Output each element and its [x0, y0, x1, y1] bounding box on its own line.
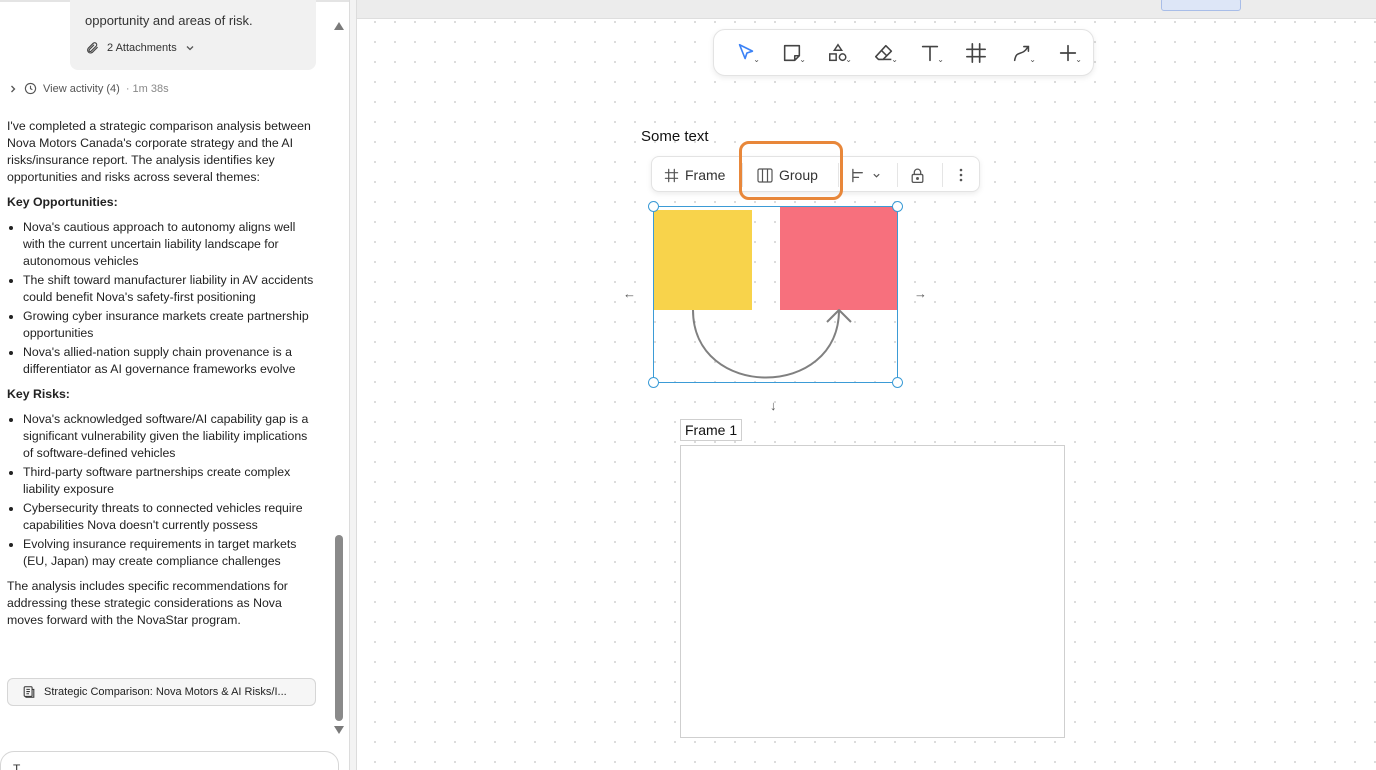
view-toggle-chip[interactable] [1161, 0, 1241, 11]
toolbar-divider [742, 163, 743, 187]
activity-time: · 1m 38s [125, 82, 169, 95]
chat-scrollbar[interactable] [334, 20, 344, 740]
attachments-toggle[interactable]: 2 Attachments [85, 41, 195, 55]
list-item: The shift toward manufacturer liability … [23, 272, 317, 306]
list-item: Evolving insurance requirements in targe… [23, 536, 317, 570]
align-left-icon [852, 168, 863, 182]
arrow-left-icon[interactable]: ← [623, 286, 636, 301]
lock-button[interactable] [909, 157, 926, 193]
frame-tool[interactable] [956, 35, 996, 71]
chat-panel: opportunity and areas of risk. 2 Attachm… [0, 0, 349, 770]
chevron-down-icon: ⌄ [1075, 54, 1082, 64]
opportunities-heading: Key Opportunities: [7, 195, 118, 209]
chevron-down-icon: ⌄ [937, 54, 944, 64]
align-dropdown[interactable] [851, 157, 881, 193]
frame-button[interactable]: Frame [664, 157, 725, 193]
chevron-down-icon [186, 46, 194, 51]
response-conclusion: The analysis includes specific recommend… [7, 579, 288, 627]
toolbar-divider [897, 163, 898, 187]
frame-icon [966, 42, 986, 63]
selection-bounding-box [653, 206, 898, 383]
list-item: Cybersecurity threats to connected vehic… [23, 500, 317, 534]
arrow-right-icon[interactable]: → [914, 286, 927, 301]
attachments-label: 2 Attachments [107, 42, 177, 54]
group-icon [757, 167, 773, 183]
scroll-down-arrow[interactable] [334, 726, 344, 734]
assistant-response: I've completed a strategic comparison an… [7, 118, 317, 637]
toolbar-divider [942, 163, 943, 187]
chevron-down-icon: ⌄ [891, 54, 898, 64]
connector-tool[interactable]: ⌄ [1002, 35, 1042, 71]
lock-icon [911, 168, 924, 183]
chevron-down-icon: ⌄ [845, 54, 852, 64]
group-button[interactable]: Group [757, 157, 818, 193]
list-item: Nova's acknowledged software/AI capabili… [23, 411, 317, 462]
canvas-top-bar [357, 0, 1376, 19]
more-vertical-icon [959, 168, 963, 182]
list-item: Growing cyber insurance markets create p… [23, 308, 317, 342]
artifact-label: Strategic Comparison: Nova Motors & AI R… [44, 686, 287, 698]
attachment-text: opportunity and areas of risk. [85, 13, 253, 28]
select-tool[interactable]: ⌄ [726, 35, 766, 71]
chevron-down-icon: ⌄ [799, 54, 806, 64]
list-item: Nova's allied-nation supply chain proven… [23, 344, 317, 378]
resize-handle-bottom-right[interactable] [892, 377, 903, 388]
panel-divider[interactable] [349, 0, 357, 770]
resize-handle-top-right[interactable] [892, 201, 903, 212]
add-tool[interactable]: ⌄ [1048, 35, 1088, 71]
risks-heading: Key Risks: [7, 387, 70, 401]
toolbar-divider [838, 163, 839, 187]
frame-container[interactable] [680, 445, 1065, 738]
sticky-note-tool[interactable]: ⌄ [772, 35, 812, 71]
resize-handle-top-left[interactable] [648, 201, 659, 212]
risks-list: Nova's acknowledged software/AI capabili… [23, 411, 317, 570]
canvas-toolbar: ⌄ ⌄ ⌄ ⌄ ⌄ ⌄ ⌄ [713, 29, 1094, 76]
response-intro: I've completed a strategic comparison an… [7, 119, 311, 184]
chevron-down-icon [873, 173, 880, 178]
selection-toolbar: Frame Group [651, 156, 980, 192]
clock-icon [24, 82, 37, 95]
arrow-down-icon[interactable]: ↓ [770, 398, 777, 413]
scroll-thumb[interactable] [335, 535, 343, 721]
frame-button-label: Frame [685, 167, 726, 183]
frame-icon [664, 168, 679, 182]
shapes-tool[interactable]: ⌄ [818, 35, 858, 71]
artifact-button[interactable]: Strategic Comparison: Nova Motors & AI R… [7, 678, 316, 706]
chevron-down-icon: ⌄ [753, 54, 760, 64]
document-icon [23, 686, 35, 698]
canvas-text-element[interactable]: Some text [641, 128, 709, 145]
list-item: Nova's cautious approach to autonomy ali… [23, 219, 317, 270]
chat-input[interactable]: T [0, 751, 339, 770]
view-activity-toggle[interactable]: View activity (4) · 1m 38s [8, 82, 169, 95]
chevron-right-icon [11, 85, 16, 92]
activity-label: View activity (4) [43, 82, 120, 95]
list-item: Third-party software partnerships create… [23, 464, 317, 498]
group-button-label: Group [779, 167, 818, 183]
frame-label[interactable]: Frame 1 [680, 419, 743, 441]
chat-input-text: T [13, 762, 21, 770]
opportunities-list: Nova's cautious approach to autonomy ali… [23, 219, 317, 378]
paperclip-icon [87, 42, 98, 54]
more-options-button[interactable] [956, 157, 966, 193]
attachment-card: opportunity and areas of risk. 2 Attachm… [70, 0, 316, 70]
eraser-tool[interactable]: ⌄ [864, 35, 904, 71]
resize-handle-bottom-left[interactable] [648, 377, 659, 388]
text-tool[interactable]: ⌄ [910, 35, 950, 71]
chevron-down-icon: ⌄ [1029, 54, 1036, 64]
scroll-up-arrow[interactable] [334, 22, 344, 30]
